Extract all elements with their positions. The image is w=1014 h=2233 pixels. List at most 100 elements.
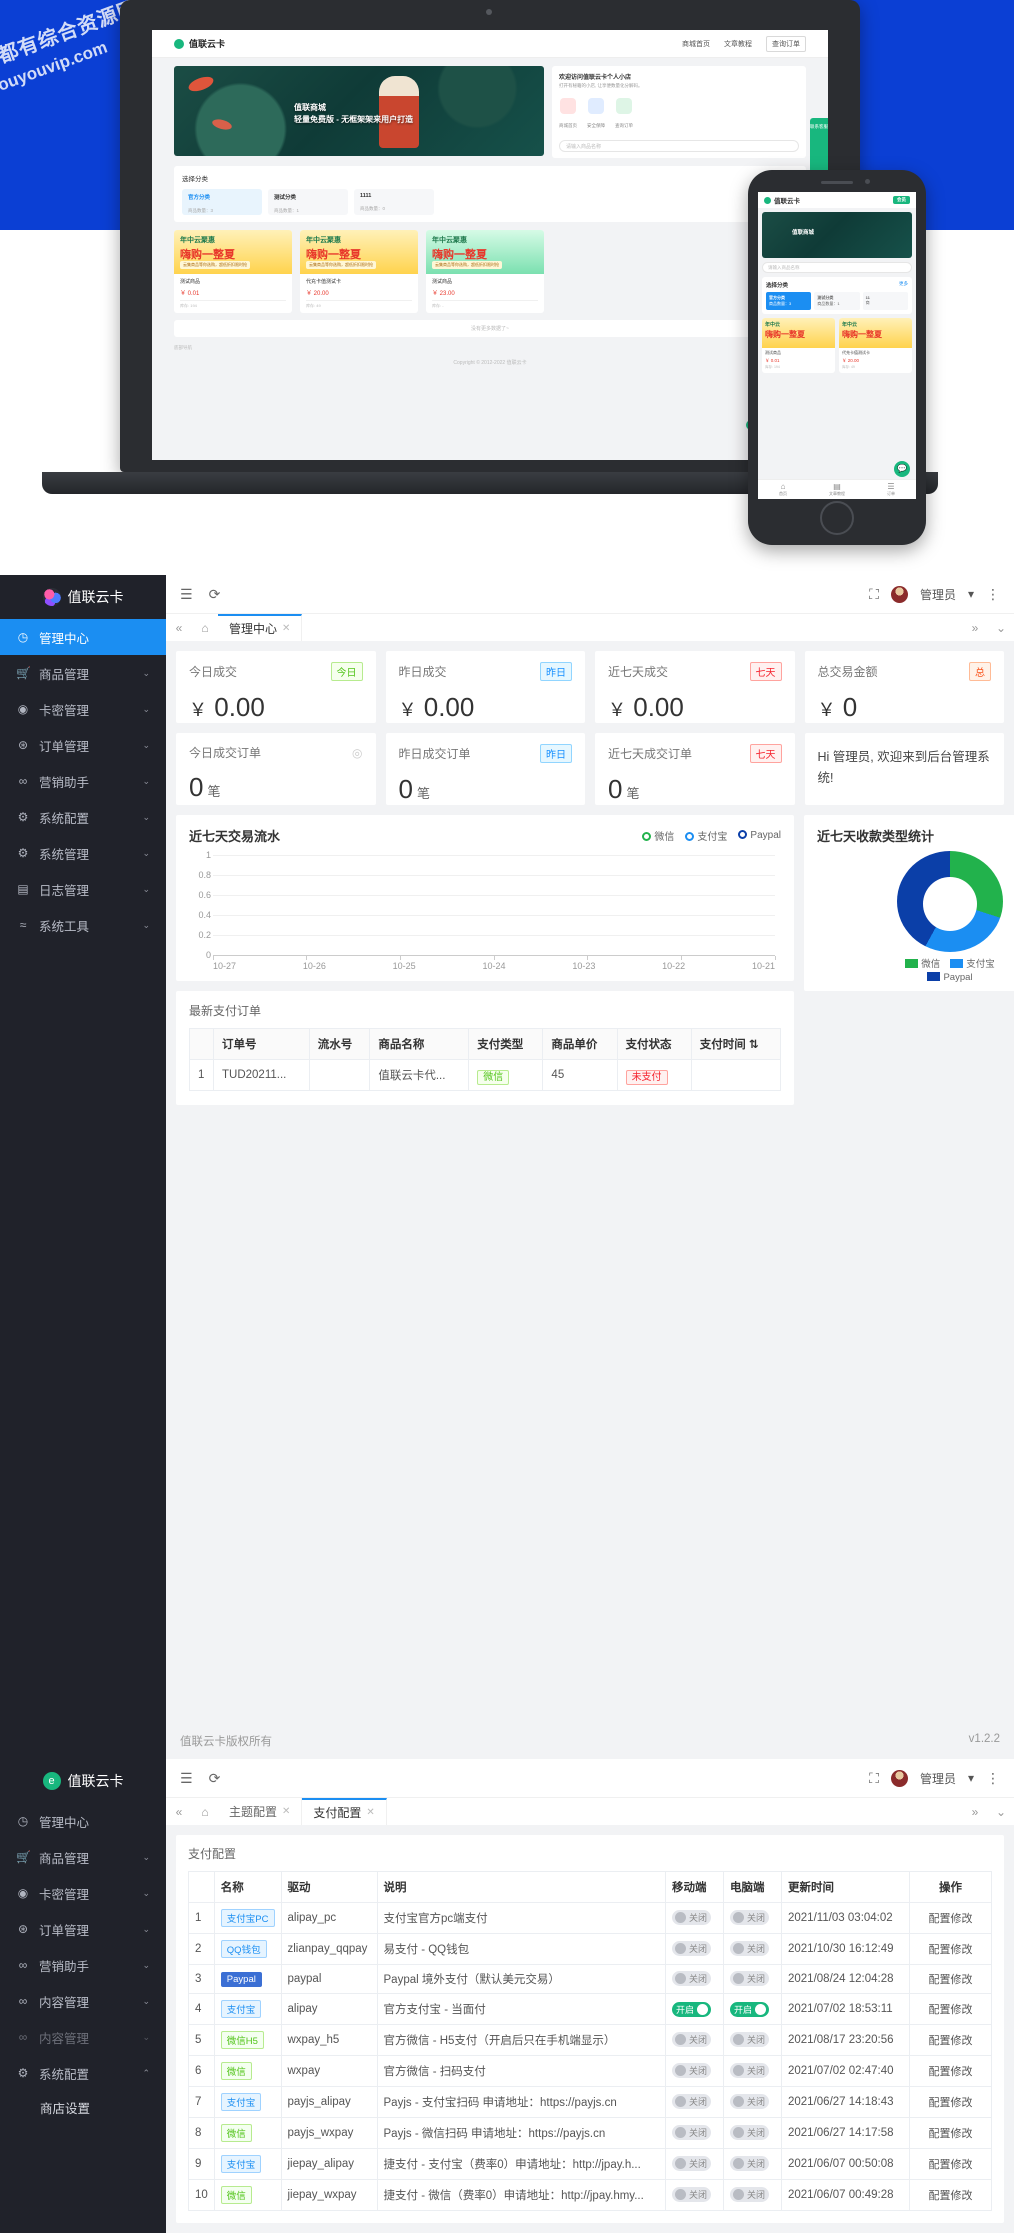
pc-toggle[interactable]: 关闭 — [730, 2125, 770, 2140]
sidebar-item-cards[interactable]: ◉ 卡密管理 ⌄ — [0, 691, 166, 727]
legend-item-wechat[interactable]: 微信 — [905, 956, 940, 970]
menu-icon[interactable]: ☰ — [180, 1770, 193, 1787]
table-row[interactable]: 7 支付宝 payjs_alipay Payjs - 支付宝扫码 申请地址：ht… — [188, 2086, 992, 2118]
sidebar-item-system-config[interactable]: ⚙ 系统配置 ⌃ — [0, 2055, 166, 2091]
sidebar-subitem-shop-settings[interactable]: 商店设置 — [0, 2091, 166, 2123]
category-item[interactable]: 官方分类 商品数量：3 — [182, 189, 262, 215]
sidebar-item-orders[interactable]: ⊛ 订单管理 ⌄ — [0, 1911, 166, 1947]
product-card[interactable]: 年中云聚惠 嗨购一整夏 云集商品等你选购，超低折扣限时抢 测试商品 ￥ 0.01… — [174, 230, 292, 313]
table-row[interactable]: 4 支付宝 alipay 官方支付宝 - 当面付 开启 开启 2021/07/0… — [188, 1993, 992, 2025]
sidebar-item-dashboard[interactable]: ◷ 管理中心 — [0, 619, 166, 655]
sidebar-item-products[interactable]: 🛒 商品管理 ⌄ — [0, 655, 166, 691]
sidebar-item-logs[interactable]: ▤ 日志管理 ⌄ — [0, 871, 166, 907]
sidebar-item-cards[interactable]: ◉ 卡密管理 ⌄ — [0, 1875, 166, 1911]
phone-category-item[interactable]: 官方分类 商品数量：3 — [766, 292, 812, 310]
phone-chat-fab-icon[interactable]: 💬 — [894, 461, 910, 477]
mobile-toggle[interactable]: 关闭 — [672, 1971, 712, 1986]
legend-item-paypal[interactable]: Paypal — [738, 830, 781, 841]
table-row[interactable]: 10 微信 jiepay_wxpay 捷支付 - 微信（费率0）申请地址：htt… — [188, 2179, 992, 2211]
avatar[interactable] — [890, 585, 908, 603]
col-pay-time[interactable]: 支付时间 ⇅ — [690, 1028, 782, 1060]
side-icon-secure[interactable]: 安全保障 — [587, 98, 605, 130]
tab-payment-config[interactable]: 支付配置 ✕ — [302, 1798, 387, 1825]
legend-item-alipay[interactable]: 支付宝 — [950, 956, 995, 970]
storefront-nav-order-query[interactable]: 查询订单 — [766, 35, 806, 52]
topbar-username[interactable]: 管理员 — [920, 586, 956, 603]
config-edit-link[interactable]: 配置修改 — [929, 2128, 973, 2140]
side-icon-order[interactable]: 查询订单 — [615, 98, 633, 130]
sidebar-item-dashboard[interactable]: ◷ 管理中心 — [0, 1803, 166, 1839]
config-edit-link[interactable]: 配置修改 — [929, 2035, 973, 2047]
pc-toggle[interactable]: 关闭 — [730, 2063, 770, 2078]
sidebar-item-tools[interactable]: ≈ 系统工具 ⌄ — [0, 907, 166, 943]
category-item[interactable]: 1111 商品数量：0 — [354, 189, 434, 215]
phone-category-item[interactable]: 测试分类 商品数量：1 — [814, 292, 860, 310]
config-edit-link[interactable]: 配置修改 — [929, 1974, 973, 1986]
avatar[interactable] — [890, 1769, 908, 1787]
close-icon[interactable]: ✕ — [366, 1807, 374, 1818]
side-icon-home[interactable]: 商城首页 — [559, 98, 577, 130]
pc-toggle[interactable]: 关闭 — [730, 2032, 770, 2047]
close-icon[interactable]: ✕ — [282, 1806, 290, 1817]
phone-category-item[interactable]: 11 商 — [862, 292, 908, 310]
pc-toggle[interactable]: 关闭 — [730, 2094, 770, 2109]
tabbar-collapse-left[interactable]: « — [166, 1798, 192, 1825]
phone-search-input[interactable]: 请输入商品名称 — [762, 262, 912, 273]
sidebar-item-products[interactable]: 🛒 商品管理 ⌄ — [0, 1839, 166, 1875]
tabbar-dropdown-icon[interactable]: ⌄ — [988, 1798, 1014, 1825]
config-edit-link[interactable]: 配置修改 — [929, 1913, 973, 1925]
sidebar-item-system-config[interactable]: ⚙ 系统配置 ⌄ — [0, 799, 166, 835]
storefront-search-input[interactable]: 请输入商品名称 — [559, 140, 799, 152]
sidebar-item-marketing[interactable]: ∞ 营销助手 ⌄ — [0, 763, 166, 799]
sidebar-item-system-manage[interactable]: ⚙ 系统管理 ⌄ — [0, 835, 166, 871]
mobile-toggle[interactable]: 关闭 — [672, 2094, 712, 2109]
chevron-down-icon[interactable]: ▾ — [968, 1771, 974, 1785]
mobile-toggle[interactable]: 关闭 — [672, 2187, 712, 2202]
pc-toggle[interactable]: 开启 — [730, 2001, 770, 2017]
legend-item-paypal[interactable]: Paypal — [927, 972, 973, 983]
storefront-nav-articles[interactable]: 文章教程 — [724, 39, 752, 49]
phone-category-more[interactable]: 更多 — [899, 281, 908, 289]
config-edit-link[interactable]: 配置修改 — [929, 1944, 973, 1956]
config-edit-link[interactable]: 配置修改 — [929, 2159, 973, 2171]
product-card[interactable]: 年中云聚惠 嗨购一整夏 云集商品等你选购，超低折扣限时抢 代充卡值测试卡 ￥ 2… — [300, 230, 418, 313]
close-icon[interactable]: ✕ — [282, 623, 290, 634]
table-row[interactable]: 5 微信H5 wxpay_h5 官方微信 - H5支付（开启后只在手机端显示） … — [188, 2024, 992, 2056]
tabbar-collapse-left[interactable]: « — [166, 614, 192, 641]
category-item[interactable]: 测试分类 商品数量：1 — [268, 189, 348, 215]
table-row[interactable]: 1 TUD20211... 值联云卡代... 微信 45 未支付 — [189, 1059, 782, 1091]
storefront-nav-home[interactable]: 商城首页 — [682, 39, 710, 49]
sidebar-item-content[interactable]: ∞ 内容管理 ⌄ — [0, 1983, 166, 2019]
mobile-toggle[interactable]: 关闭 — [672, 2156, 712, 2171]
more-vertical-icon[interactable]: ⋮ — [986, 1770, 1000, 1787]
chevron-down-icon[interactable]: ▾ — [968, 587, 974, 601]
config-edit-link[interactable]: 配置修改 — [929, 2066, 973, 2078]
table-row[interactable]: 9 支付宝 jiepay_alipay 捷支付 - 支付宝（费率0）申请地址：h… — [188, 2148, 992, 2180]
phone-tab-home[interactable]: ⌂ 首页 — [779, 482, 787, 497]
pc-toggle[interactable]: 关闭 — [730, 1971, 770, 1986]
tab-theme-config[interactable]: 主题配置 ✕ — [218, 1798, 303, 1825]
refresh-icon[interactable]: ⟳ — [209, 586, 221, 603]
table-row[interactable]: 8 微信 payjs_wxpay Payjs - 微信扫码 申请地址：https… — [188, 2117, 992, 2149]
mobile-toggle[interactable]: 关闭 — [672, 2063, 712, 2078]
mobile-toggle[interactable]: 关闭 — [672, 2125, 712, 2140]
more-vertical-icon[interactable]: ⋮ — [986, 586, 1000, 603]
mobile-toggle[interactable]: 关闭 — [672, 1941, 712, 1956]
tab-dashboard[interactable]: 管理中心 ✕ — [218, 614, 303, 641]
refresh-icon[interactable]: ⟳ — [209, 1770, 221, 1787]
topbar-username[interactable]: 管理员 — [920, 1770, 956, 1787]
phone-home-button[interactable] — [820, 501, 854, 535]
sidebar-item-marketing[interactable]: ∞ 营销助手 ⌄ — [0, 1947, 166, 1983]
table-row[interactable]: 2 QQ钱包 zlianpay_qqpay 易支付 - QQ钱包 关闭 关闭 2… — [188, 1933, 992, 1965]
tabbar-expand-right[interactable]: » — [962, 614, 988, 641]
table-row[interactable]: 1 支付宝PC alipay_pc 支付宝官方pc端支付 关闭 关闭 2021/… — [188, 1902, 992, 1934]
phone-product-card[interactable]: 年中云 嗨购一整夏 代充卡值测试卡 ￥ 20.00 库存: 49 — [839, 318, 912, 373]
mobile-toggle[interactable]: 开启 — [672, 2001, 712, 2017]
tabbar-home-icon[interactable]: ⌂ — [192, 1798, 218, 1825]
menu-icon[interactable]: ☰ — [180, 586, 193, 603]
table-row[interactable]: 6 微信 wxpay 官方微信 - 扫码支付 关闭 关闭 2021/07/02 … — [188, 2055, 992, 2087]
sidebar-item-content-2[interactable]: ∞ 内容管理 ⌄ — [0, 2019, 166, 2055]
tabbar-expand-right[interactable]: » — [962, 1798, 988, 1825]
sidebar-item-orders[interactable]: ⊛ 订单管理 ⌄ — [0, 727, 166, 763]
phone-tab-articles[interactable]: ▤ 文章教程 — [829, 482, 845, 497]
